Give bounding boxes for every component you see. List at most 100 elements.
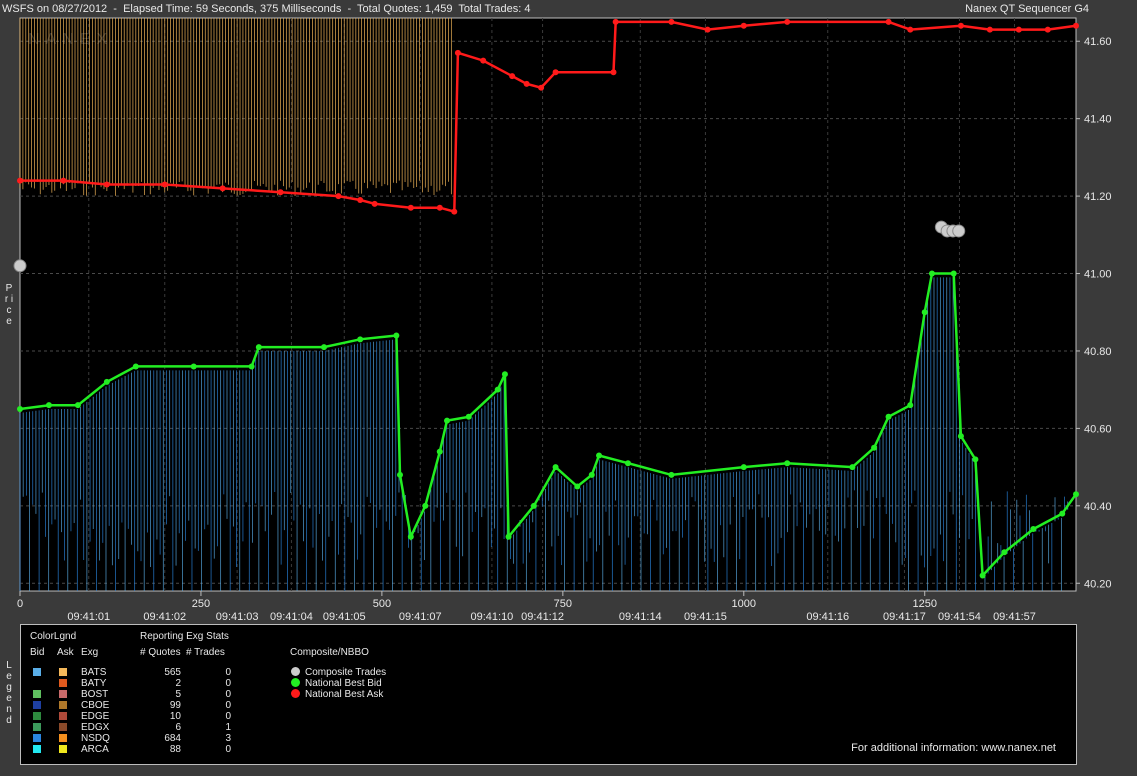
bid-swatch [33,723,41,731]
national-best-ask-point [1044,26,1051,33]
national-best-bid-point [921,309,928,316]
national-best-ask-point [538,84,545,91]
exchange-quotes: 99 [169,700,181,711]
bid-swatch [33,712,41,720]
exchange-trades: 0 [225,678,231,689]
national-best-bid-point [928,270,935,277]
composite-dot [291,678,300,687]
national-best-bid-point [624,460,631,467]
bid-swatch [33,734,41,742]
y-tick-label: 41.60 [1084,36,1112,48]
exchange-name: BATS [81,667,107,678]
exchange-name: NSDQ [81,733,110,744]
national-best-bid-point [103,378,110,385]
y-tick-label: 40.40 [1084,501,1112,513]
exchange-quotes: 565 [164,667,181,678]
national-best-bid-point [871,444,878,451]
ask-swatch [59,701,67,709]
y-tick-label: 40.80 [1084,346,1112,358]
time-label: 09:41:12 [521,611,564,623]
national-best-ask-point [480,57,487,64]
time-label: 09:41:14 [619,611,662,623]
national-best-bid-point [465,413,472,420]
national-best-bid-point [907,402,914,409]
exchange-quotes: 6 [175,722,181,733]
y-tick-label: 41.00 [1084,269,1112,281]
composite-label: National Best Ask [305,689,384,700]
x-tick-label: 250 [192,598,210,610]
y-tick-label: 41.40 [1084,114,1112,126]
exchange-name: BATY [81,678,107,689]
bid-swatch [33,701,41,709]
national-best-bid-point [74,402,81,409]
col-exg-header: Exg [81,647,99,658]
exchange-trades: 0 [225,744,231,755]
exchange-quotes: 88 [169,744,181,755]
exchange-name: CBOE [81,700,110,711]
legend-side-title: L e g e n d [6,660,12,726]
time-label: 09:41:10 [470,611,513,623]
national-best-bid-point [132,363,139,370]
national-best-bid-point [552,464,559,471]
national-best-ask-point [371,200,378,207]
national-best-bid-point [885,413,892,420]
composite-dot [291,667,300,676]
y-tick-label: 40.60 [1084,423,1112,435]
national-best-bid-point [950,270,957,277]
bid-swatch [33,745,41,753]
national-best-bid-point [422,502,429,509]
price-chart[interactable]: NANEX 41.60 41.40 41.20 41.00 40.80 40.60 40.4… [0,0,1137,624]
national-best-bid-point [393,332,400,339]
time-label: 09:41:07 [399,611,442,623]
composite-dot [291,689,300,698]
national-best-bid-point [849,464,856,471]
time-label: 09:41:01 [67,611,110,623]
time-label: 09:41:57 [993,611,1036,623]
time-label: 09:41:02 [143,611,186,623]
y-tick-label: 40.20 [1084,578,1112,590]
national-best-ask-point [335,193,342,200]
national-best-ask-point [784,18,791,25]
exchange-trades: 1 [225,722,231,733]
national-best-ask-point [610,69,617,76]
national-best-bid-point [501,371,508,378]
national-best-bid-point [574,483,581,490]
national-best-bid-point [505,533,512,540]
national-best-bid-point [668,471,675,478]
national-best-bid-point [979,572,986,579]
exchange-trades: 0 [225,711,231,722]
plot-area [19,17,1077,592]
exchange-name: BOST [81,689,109,700]
ask-swatch [59,679,67,687]
national-best-ask-point [612,18,619,25]
national-best-bid-point [1001,549,1008,556]
ask-swatch [59,668,67,676]
footer-link[interactable]: For additional information: www.nanex.ne… [851,742,1056,754]
national-best-ask-point [986,26,993,33]
bid-swatch [33,668,41,676]
national-best-bid-point [248,363,255,370]
national-best-bid-point [1059,510,1066,517]
col-quotes-header: # Quotes [140,647,181,658]
national-best-ask-point [103,181,110,188]
national-best-ask-point [277,189,284,196]
time-label: 09:41:03 [216,611,259,623]
national-best-bid-point [190,363,197,370]
national-best-ask-point [161,181,168,188]
national-best-ask-point [17,177,23,184]
composite-trades-point [952,224,966,238]
national-best-bid-point [444,417,451,424]
exchange-quotes: 2 [175,678,181,689]
exchange-trades: 0 [225,667,231,678]
color-legend-title: ColorLgnd [30,631,77,642]
national-best-ask-point [509,73,516,80]
national-best-ask-point [436,204,443,211]
exchange-quotes: 5 [175,689,181,700]
ask-swatch [59,690,67,698]
national-best-bid-point [320,344,327,351]
x-tick-label: 0 [17,598,23,610]
x-tick-label: 750 [554,598,572,610]
exchange-name: ARCA [81,744,109,755]
national-best-bid-point [494,386,501,393]
national-best-bid-point [530,502,537,509]
